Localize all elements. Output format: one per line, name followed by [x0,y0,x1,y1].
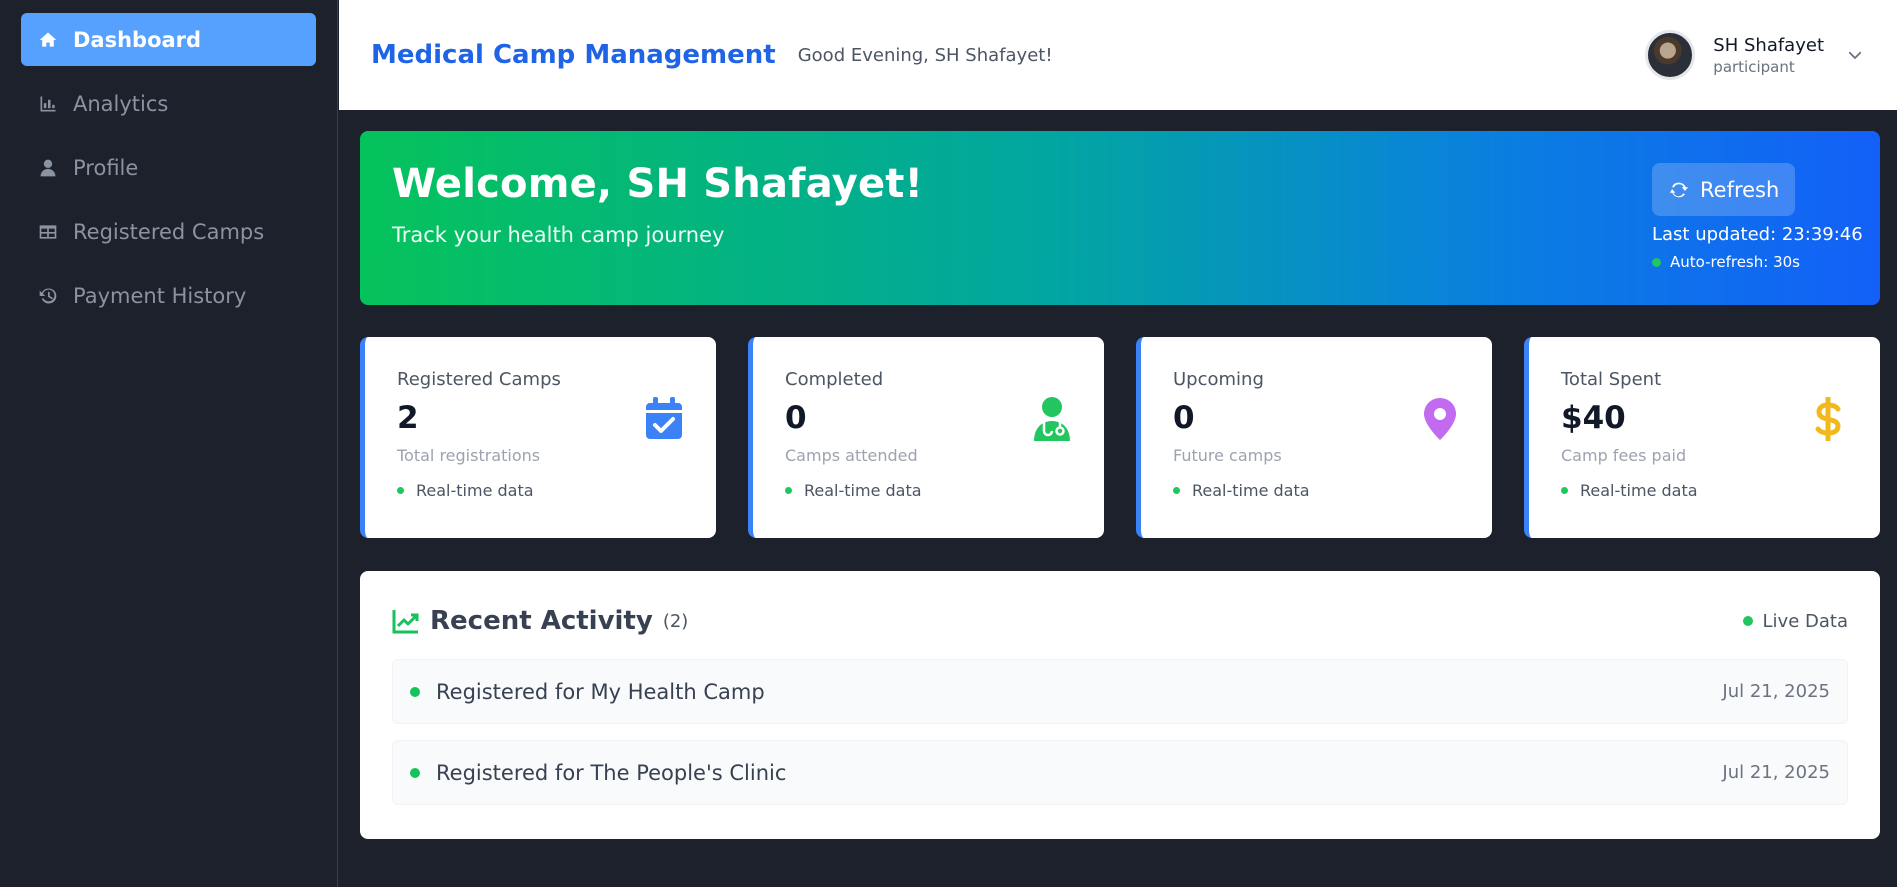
stat-card-completed: Completed 0 Camps attended Real-time dat… [748,337,1104,538]
status-dot [410,767,420,778]
stat-subtext: Future camps [1173,446,1282,465]
activity-header: Recent Activity (2) Live Data [392,603,1848,639]
status-dot [1652,257,1661,267]
stat-subtext: Total registrations [397,446,541,465]
map-pin-icon [1420,397,1460,441]
sidebar-item-label: Profile [73,155,139,180]
welcome-heading: Welcome, SH Shafayet! [392,161,924,207]
live-indicator: Real-time data [1561,481,1848,500]
stat-label: Upcoming [1173,369,1264,390]
chevron-down-icon[interactable] [1846,46,1864,64]
sidebar-item-registered-camps[interactable]: Registered Camps [21,205,316,258]
stat-subtext: Camp fees paid [1561,446,1687,465]
stat-value: 0 [1173,400,1195,436]
status-dot [397,487,404,494]
status-dot [1561,487,1568,494]
stats-row: Registered Camps 2 Total registrations R… [360,337,1880,538]
stat-value: 0 [785,400,807,436]
activity-date: Jul 21, 2025 [1722,681,1830,702]
list-item[interactable]: Registered for My Health Camp Jul 21, 20… [392,659,1848,724]
refresh-button[interactable]: Refresh [1652,163,1796,216]
activity-count: (2) [662,610,689,632]
auto-refresh-text: Auto-refresh: 30s [1670,253,1800,271]
live-text: Real-time data [804,481,922,500]
sidebar-item-label: Payment History [73,283,247,308]
user-menu[interactable]: SH Shafayet participant [1645,30,1864,80]
auto-refresh-status: Auto-refresh: 30s [1652,253,1848,271]
activity-date: Jul 21, 2025 [1722,762,1830,783]
welcome-subheading: Track your health camp journey [392,223,725,247]
user-info: SH Shafayet participant [1713,35,1824,76]
dollar-icon [1808,395,1848,443]
status-dot [1173,487,1180,494]
status-dot [410,686,420,697]
app-title[interactable]: Medical Camp Management [371,40,776,70]
activity-text: Registered for My Health Camp [436,679,765,704]
sidebar-item-label: Registered Camps [73,219,265,244]
refresh-label: Refresh [1700,177,1780,202]
recent-activity-panel: Recent Activity (2) Live Data Registered… [360,571,1880,839]
home-icon [37,29,59,51]
stat-card-total-spent: Total Spent $40 Camp fees paid Real-time… [1524,337,1880,538]
live-text: Real-time data [1192,481,1310,500]
user-name: SH Shafayet [1713,34,1824,56]
live-text: Real-time data [416,481,534,500]
live-indicator: Real-time data [785,481,1072,500]
list-item[interactable]: Registered for The People's Clinic Jul 2… [392,740,1848,805]
top-header: Medical Camp Management Good Evening, SH… [339,0,1897,110]
live-text: Real-time data [1580,481,1698,500]
greeting-text: Good Evening, SH Shafayet! [797,44,1053,66]
activity-title: Recent Activity [430,606,653,636]
bar-chart-icon [37,93,59,115]
sidebar-item-payment-history[interactable]: Payment History [21,269,316,322]
sidebar: Dashboard Analytics Profile Registered C… [0,0,338,887]
calendar-check-icon [644,397,684,441]
user-icon [37,157,59,179]
sidebar-item-profile[interactable]: Profile [21,141,316,194]
user-role: participant [1713,57,1795,76]
activity-list: Registered for My Health Camp Jul 21, 20… [392,659,1848,805]
doctor-icon [1032,397,1072,441]
table-icon [37,221,59,243]
stat-subtext: Camps attended [785,446,918,465]
sidebar-item-analytics[interactable]: Analytics [21,77,316,130]
status-dot [785,487,792,494]
history-icon [37,285,59,307]
welcome-banner: Welcome, SH Shafayet! Track your health … [360,131,1880,305]
stat-label: Total Spent [1561,369,1662,390]
sidebar-item-label: Analytics [73,91,169,116]
refresh-panel: Refresh Last updated: 23:39:46 Auto-refr… [1652,163,1863,271]
stat-value: $40 [1561,400,1626,436]
sidebar-item-dashboard[interactable]: Dashboard [21,13,316,66]
activity-text: Registered for The People's Clinic [436,760,787,785]
refresh-icon [1669,182,1689,197]
sidebar-item-label: Dashboard [73,27,202,52]
stat-label: Completed [785,369,884,390]
avatar[interactable] [1645,30,1696,80]
stat-value: 2 [397,400,419,436]
last-updated-text: Last updated: 23:39:46 [1652,224,1863,245]
live-data-badge: Live Data [1742,610,1848,632]
trend-chart-icon [392,610,419,634]
live-data-label: Live Data [1762,610,1848,632]
live-indicator: Real-time data [397,481,684,500]
stat-card-registered-camps: Registered Camps 2 Total registrations R… [360,337,716,538]
status-dot [1742,616,1753,626]
live-indicator: Real-time data [1173,481,1460,500]
stat-label: Registered Camps [397,369,561,390]
stat-card-upcoming: Upcoming 0 Future camps Real-time data [1136,337,1492,538]
